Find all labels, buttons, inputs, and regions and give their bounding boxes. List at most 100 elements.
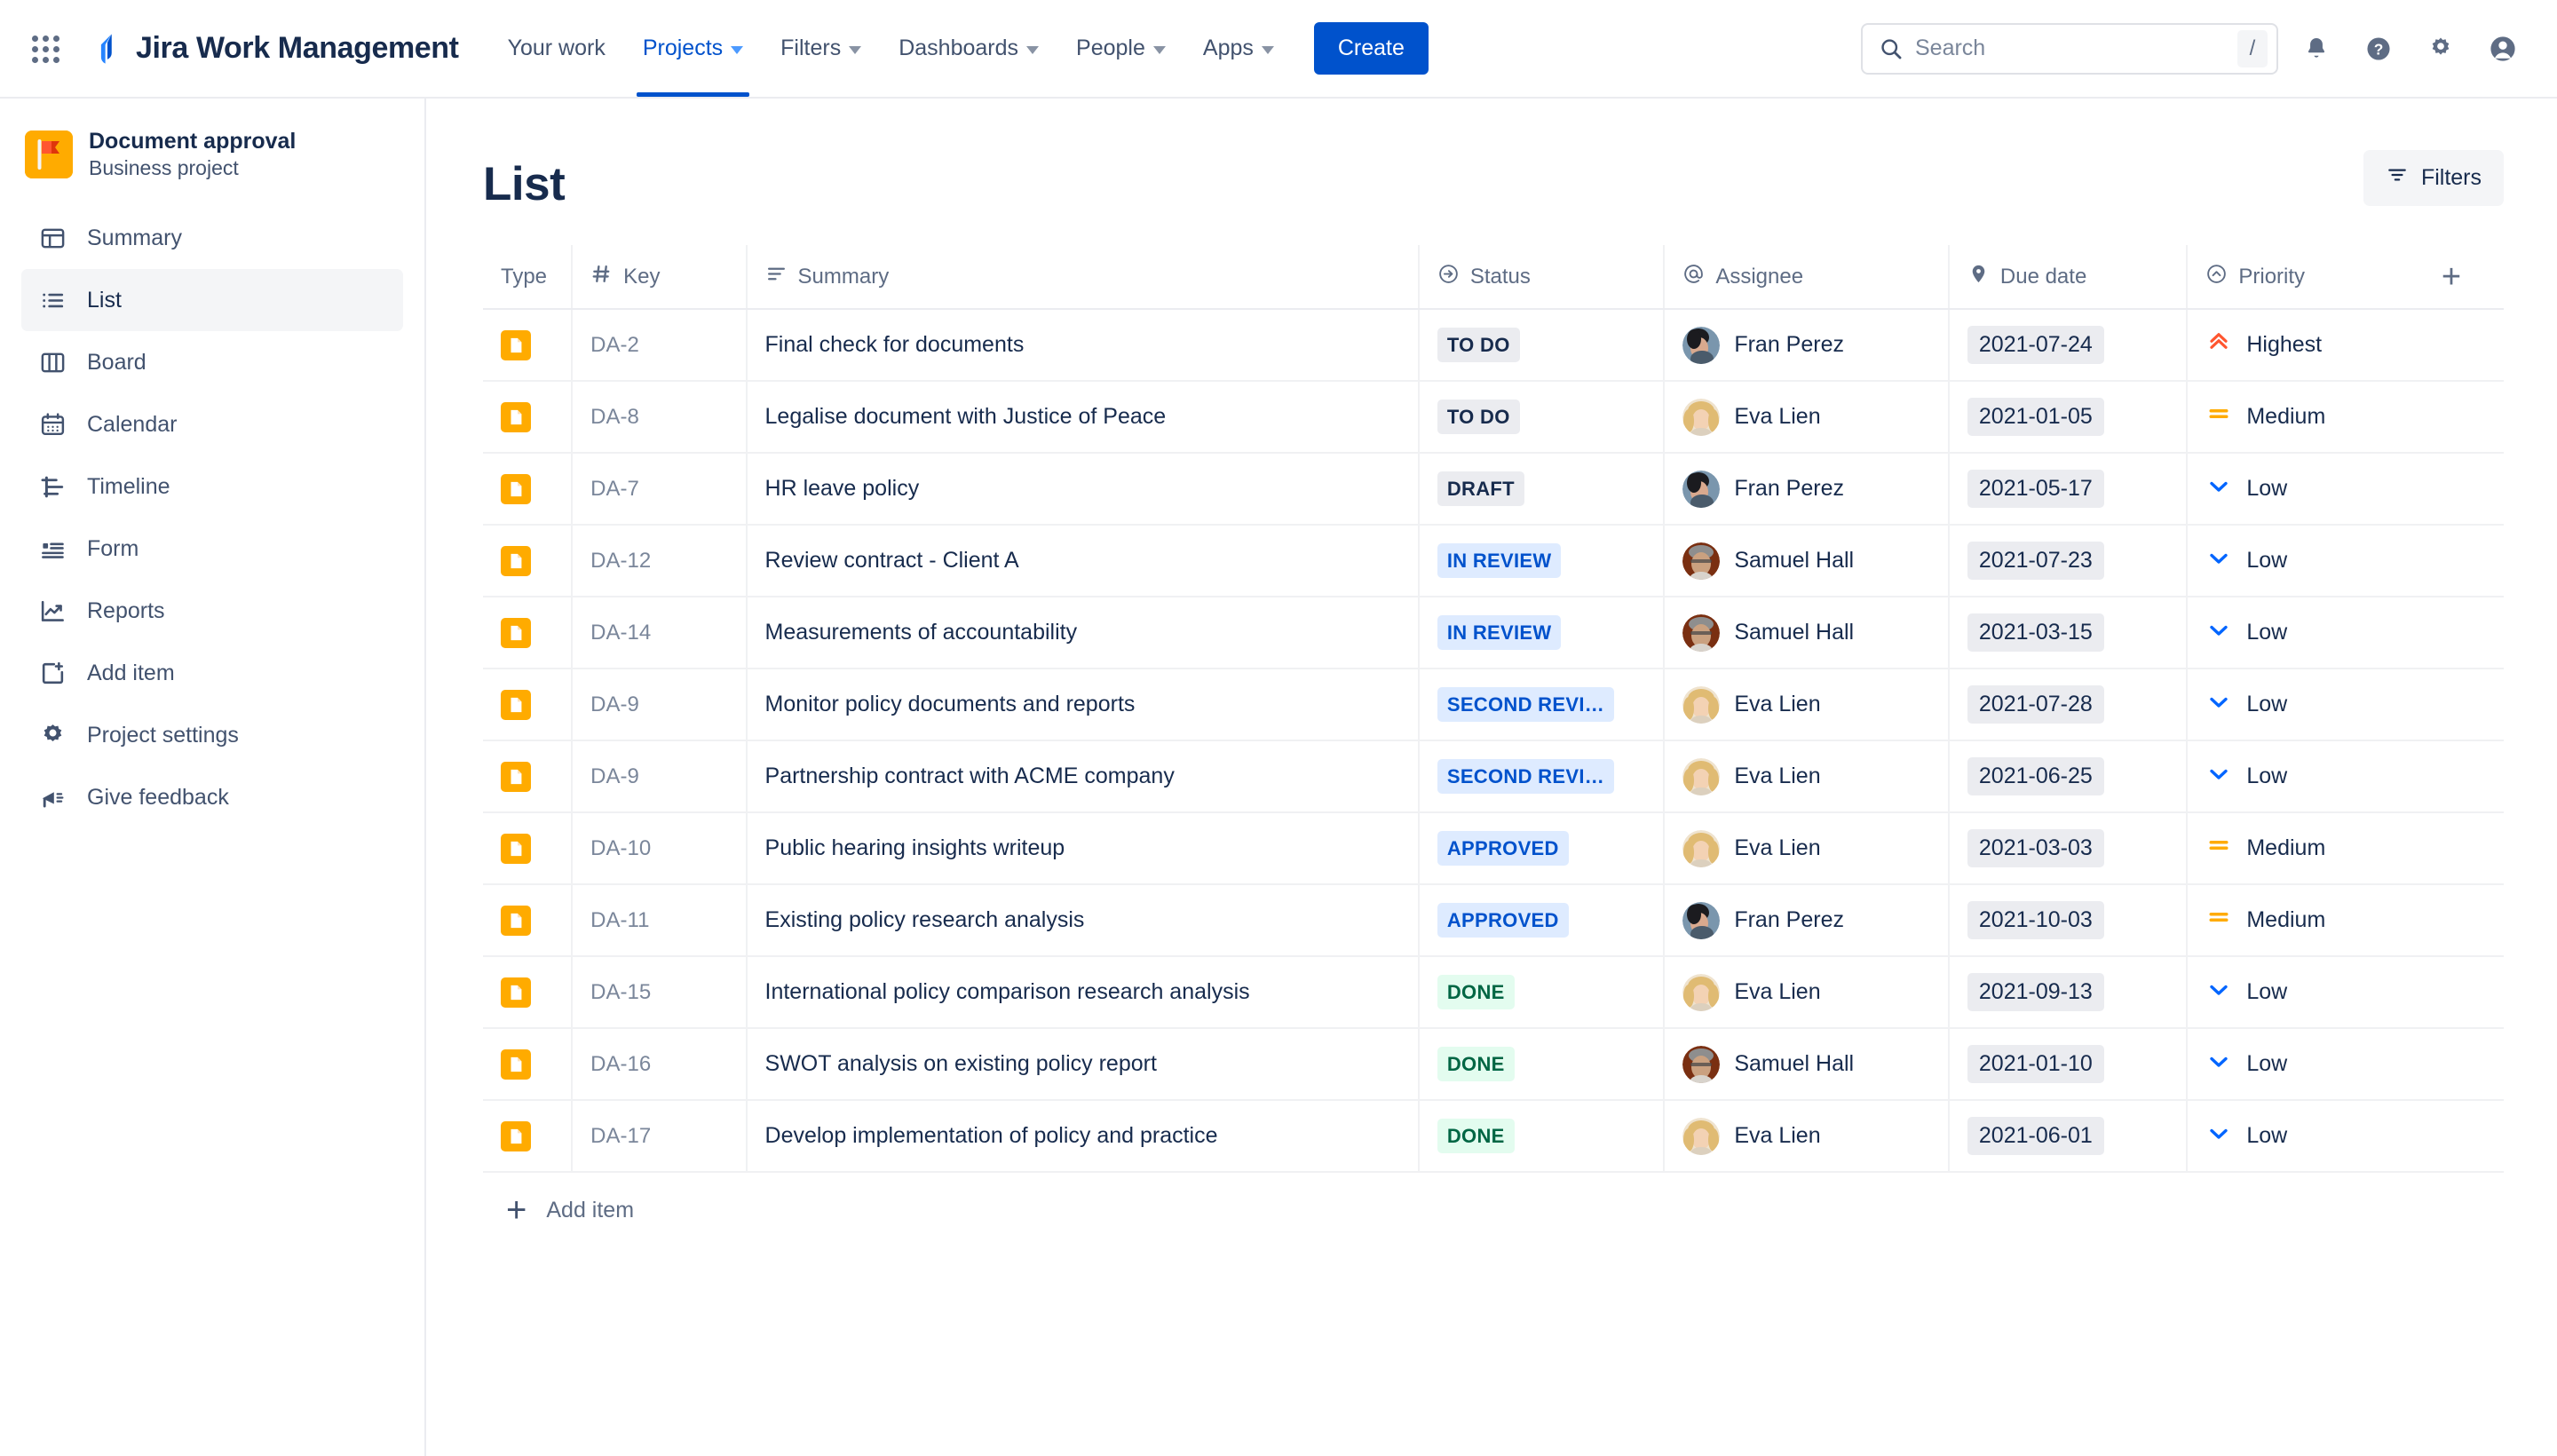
cell-due-date[interactable]: 2021-07-23 bbox=[1948, 525, 2189, 597]
cell-assignee[interactable]: Fran Perez bbox=[1664, 884, 1950, 957]
cell-due-date[interactable]: 2021-01-05 bbox=[1948, 381, 2189, 454]
table-row[interactable]: DA-9 Partnership contract with ACME compa… bbox=[483, 740, 2504, 813]
column-header-due-date[interactable]: Due date bbox=[1948, 245, 2189, 310]
table-row[interactable]: DA-12 Review contract - Client A IN REVIEW… bbox=[483, 525, 2504, 597]
table-row[interactable]: DA-14 Measurements of accountability IN RE… bbox=[483, 597, 2504, 669]
cell-summary[interactable]: Legalise document with Justice of Peace bbox=[746, 381, 1420, 454]
cell-priority[interactable]: Medium bbox=[2187, 381, 2424, 454]
sidebar-item-list[interactable]: List bbox=[21, 269, 403, 331]
nav-item-people[interactable]: People bbox=[1057, 0, 1184, 97]
cell-status[interactable]: DONE bbox=[1418, 956, 1666, 1029]
cell-key[interactable]: DA-15 bbox=[572, 956, 748, 1029]
column-header-type[interactable]: Type bbox=[483, 245, 574, 310]
search-input[interactable] bbox=[1915, 36, 2237, 61]
cell-type[interactable] bbox=[483, 309, 574, 382]
cell-due-date[interactable]: 2021-03-03 bbox=[1948, 812, 2189, 885]
cell-assignee[interactable]: Fran Perez bbox=[1664, 453, 1950, 526]
cell-status[interactable]: TO DO bbox=[1418, 381, 1666, 454]
cell-key[interactable]: DA-9 bbox=[572, 669, 748, 741]
cell-priority[interactable]: Low bbox=[2187, 740, 2424, 813]
cell-summary[interactable]: Existing policy research analysis bbox=[746, 884, 1420, 957]
cell-status[interactable]: APPROVED bbox=[1418, 812, 1666, 885]
cell-type[interactable] bbox=[483, 597, 574, 669]
sidebar-item-project-settings[interactable]: Project settings bbox=[21, 704, 403, 766]
cell-status[interactable]: SECOND REVI… bbox=[1418, 669, 1666, 741]
cell-key[interactable]: DA-11 bbox=[572, 884, 748, 957]
cell-status[interactable]: TO DO bbox=[1418, 309, 1666, 382]
cell-priority[interactable]: Medium bbox=[2187, 884, 2424, 957]
cell-due-date[interactable]: 2021-07-28 bbox=[1948, 669, 2189, 741]
cell-key[interactable]: DA-14 bbox=[572, 597, 748, 669]
table-row[interactable]: DA-8 Legalise document with Justice of Pe… bbox=[483, 381, 2504, 454]
cell-assignee[interactable]: Eva Lien bbox=[1664, 740, 1950, 813]
cell-type[interactable] bbox=[483, 812, 574, 885]
nav-item-apps[interactable]: Apps bbox=[1184, 0, 1293, 97]
cell-assignee[interactable]: Eva Lien bbox=[1664, 956, 1950, 1029]
nav-item-filters[interactable]: Filters bbox=[762, 0, 880, 97]
cell-type[interactable] bbox=[483, 956, 574, 1029]
cell-summary[interactable]: International policy comparison research… bbox=[746, 956, 1420, 1029]
cell-type[interactable] bbox=[483, 884, 574, 957]
sidebar-item-form[interactable]: Form bbox=[21, 518, 403, 580]
sidebar-item-timeline[interactable]: Timeline bbox=[21, 455, 403, 518]
cell-priority[interactable]: Low bbox=[2187, 453, 2424, 526]
column-header-assignee[interactable]: Assignee bbox=[1664, 245, 1950, 310]
cell-due-date[interactable]: 2021-10-03 bbox=[1948, 884, 2189, 957]
sidebar-item-calendar[interactable]: Calendar bbox=[21, 393, 403, 455]
cell-assignee[interactable]: Eva Lien bbox=[1664, 381, 1950, 454]
cell-priority[interactable]: Highest bbox=[2187, 309, 2424, 382]
cell-key[interactable]: DA-7 bbox=[572, 453, 748, 526]
cell-assignee[interactable]: Eva Lien bbox=[1664, 1100, 1950, 1173]
add-item-row-button[interactable]: + Add item bbox=[483, 1173, 2504, 1247]
profile-avatar-icon[interactable] bbox=[2479, 25, 2527, 73]
cell-due-date[interactable]: 2021-06-01 bbox=[1948, 1100, 2189, 1173]
cell-status[interactable]: IN REVIEW bbox=[1418, 597, 1666, 669]
cell-type[interactable] bbox=[483, 740, 574, 813]
column-header-summary[interactable]: Summary bbox=[746, 245, 1420, 310]
create-button[interactable]: Create bbox=[1313, 22, 1429, 75]
cell-due-date[interactable]: 2021-01-10 bbox=[1948, 1028, 2189, 1101]
cell-due-date[interactable]: 2021-06-25 bbox=[1948, 740, 2189, 813]
nav-item-projects[interactable]: Projects bbox=[624, 0, 762, 97]
cell-summary[interactable]: HR leave policy bbox=[746, 453, 1420, 526]
cell-summary[interactable]: Public hearing insights writeup bbox=[746, 812, 1420, 885]
table-row[interactable]: DA-7 HR leave policy DRAFT Fran Perez 2021-0… bbox=[483, 453, 2504, 526]
cell-summary[interactable]: Final check for documents bbox=[746, 309, 1420, 382]
brand-home-link[interactable]: Jira Work Management bbox=[91, 31, 459, 66]
cell-key[interactable]: DA-8 bbox=[572, 381, 748, 454]
cell-due-date[interactable]: 2021-07-24 bbox=[1948, 309, 2189, 382]
cell-key[interactable]: DA-17 bbox=[572, 1100, 748, 1173]
sidebar-item-board[interactable]: Board bbox=[21, 331, 403, 393]
column-header-status[interactable]: Status bbox=[1418, 245, 1666, 310]
cell-summary[interactable]: Partnership contract with ACME company bbox=[746, 740, 1420, 813]
search-box[interactable]: / bbox=[1861, 22, 2278, 75]
grid-apps-icon[interactable] bbox=[25, 28, 66, 69]
cell-assignee[interactable]: Samuel Hall bbox=[1664, 525, 1950, 597]
cell-type[interactable] bbox=[483, 669, 574, 741]
cell-priority[interactable]: Low bbox=[2187, 669, 2424, 741]
table-row[interactable]: DA-2 Final check for documents TO DO Fran P… bbox=[483, 309, 2504, 382]
sidebar-item-give-feedback[interactable]: Give feedback bbox=[21, 766, 403, 828]
cell-status[interactable]: SECOND REVI… bbox=[1418, 740, 1666, 813]
table-row[interactable]: DA-17 Develop implementation of policy an… bbox=[483, 1100, 2504, 1173]
table-row[interactable]: DA-9 Monitor policy documents and reports… bbox=[483, 669, 2504, 741]
cell-status[interactable]: APPROVED bbox=[1418, 884, 1666, 957]
cell-priority[interactable]: Medium bbox=[2187, 812, 2424, 885]
sidebar-item-reports[interactable]: Reports bbox=[21, 580, 403, 642]
cell-key[interactable]: DA-9 bbox=[572, 740, 748, 813]
cell-assignee[interactable]: Samuel Hall bbox=[1664, 1028, 1950, 1101]
cell-summary[interactable]: Develop implementation of policy and pra… bbox=[746, 1100, 1420, 1173]
cell-assignee[interactable]: Samuel Hall bbox=[1664, 597, 1950, 669]
cell-priority[interactable]: Low bbox=[2187, 1028, 2424, 1101]
add-column-button[interactable]: + bbox=[2423, 245, 2504, 310]
cell-summary[interactable]: SWOT analysis on existing policy report bbox=[746, 1028, 1420, 1101]
notifications-bell-icon[interactable] bbox=[2292, 25, 2340, 73]
cell-status[interactable]: DONE bbox=[1418, 1028, 1666, 1101]
column-header-priority[interactable]: Priority bbox=[2187, 245, 2424, 310]
cell-due-date[interactable]: 2021-03-15 bbox=[1948, 597, 2189, 669]
nav-item-your-work[interactable]: Your work bbox=[489, 0, 624, 97]
cell-key[interactable]: DA-16 bbox=[572, 1028, 748, 1101]
cell-assignee[interactable]: Eva Lien bbox=[1664, 669, 1950, 741]
cell-key[interactable]: DA-2 bbox=[572, 309, 748, 382]
cell-summary[interactable]: Monitor policy documents and reports bbox=[746, 669, 1420, 741]
